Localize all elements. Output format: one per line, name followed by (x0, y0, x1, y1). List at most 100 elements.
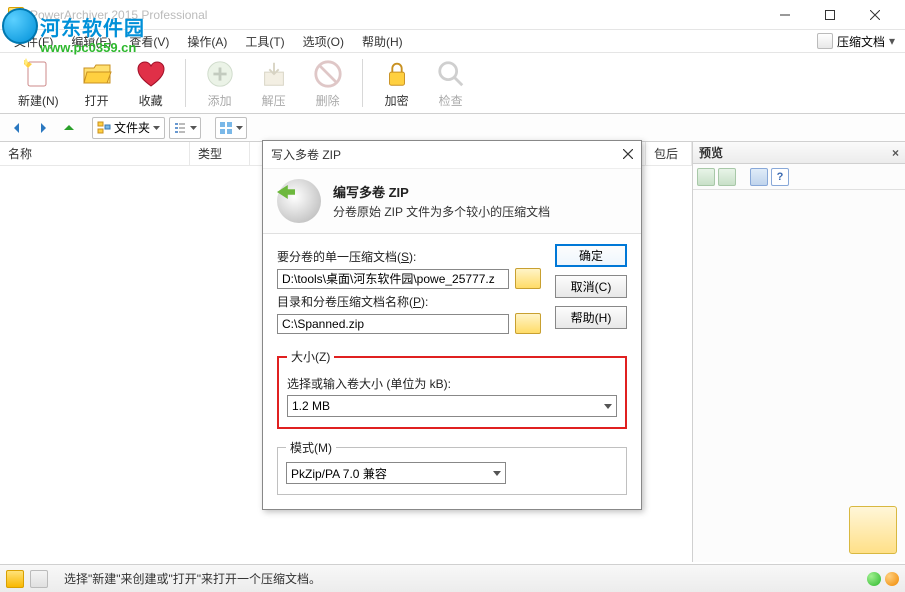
app-icon (8, 7, 24, 23)
menu-view[interactable]: 查看(V) (121, 31, 177, 52)
check-label: 检查 (439, 92, 463, 109)
col-after[interactable]: 包后 (646, 142, 692, 165)
delete-icon (313, 59, 343, 89)
dest-input[interactable] (277, 314, 509, 334)
open-icon (81, 58, 113, 90)
dialog-header-title: 编写多卷 ZIP (333, 182, 550, 201)
new-label: 新建(N) (18, 92, 59, 109)
minimize-button[interactable] (762, 1, 807, 29)
lock-icon (382, 59, 412, 89)
nav-up-button[interactable] (58, 117, 80, 139)
nav-forward-button[interactable] (32, 117, 54, 139)
status-dot-orange (885, 572, 899, 586)
size-legend: 大小(Z) (287, 348, 334, 365)
grid-icon (219, 121, 233, 135)
view-dropdown[interactable] (169, 117, 201, 139)
new-icon (22, 58, 54, 90)
source-browse-button[interactable] (515, 268, 541, 289)
favorite-button[interactable]: 收藏 (127, 56, 175, 111)
folders-dropdown[interactable]: 文件夹 (92, 117, 165, 139)
window-title: PowerArchiver 2015 Professional (30, 8, 762, 22)
menu-help[interactable]: 帮助(H) (354, 31, 411, 52)
col-type[interactable]: 类型 (190, 142, 250, 165)
size-label: 选择或输入卷大小 (单位为 kB): (287, 375, 617, 392)
source-input[interactable] (277, 269, 509, 289)
open-label: 打开 (85, 92, 109, 109)
preview-header: 预览 × (693, 142, 905, 164)
nav-back-button[interactable] (6, 117, 28, 139)
check-icon (436, 59, 466, 89)
status-icon-1[interactable] (6, 570, 24, 588)
mode-fieldset: 模式(M) PkZip/PA 7.0 兼容 (277, 439, 627, 495)
preview-close-icon[interactable]: × (892, 146, 899, 160)
dialog-header: 编写多卷 ZIP 分卷原始 ZIP 文件为多个较小的压缩文档 (263, 169, 641, 234)
dialog-title: 写入多卷 ZIP (271, 146, 341, 163)
preview-tool-3[interactable] (750, 168, 768, 186)
ok-button[interactable]: 确定 (555, 244, 627, 267)
preview-title: 预览 (699, 144, 723, 161)
folders-label: 文件夹 (114, 119, 150, 136)
cancel-button[interactable]: 取消(C) (555, 275, 627, 298)
mode-legend: 模式(M) (286, 439, 336, 456)
list-view-icon (173, 121, 187, 135)
preview-tool-2[interactable] (718, 168, 736, 186)
dialog-body: 要分卷的单一压缩文档(S): 目录和分卷压缩文档名称(P): 确定 取消(C) … (263, 234, 641, 509)
dialog-titlebar: 写入多卷 ZIP (263, 141, 641, 169)
chevron-down-icon (493, 471, 501, 476)
span-zip-dialog: 写入多卷 ZIP 编写多卷 ZIP 分卷原始 ZIP 文件为多个较小的压缩文档 … (262, 140, 642, 510)
preview-body (693, 190, 905, 562)
status-icon-2[interactable] (30, 570, 48, 588)
favorite-label: 收藏 (139, 92, 163, 109)
menu-option[interactable]: 选项(O) (295, 31, 352, 52)
check-button[interactable]: 检查 (427, 56, 475, 111)
new-button[interactable]: 新建(N) (10, 56, 67, 111)
mode-combo[interactable]: PkZip/PA 7.0 兼容 (286, 462, 506, 484)
size-combo[interactable]: 1.2 MB (287, 395, 617, 417)
document-icon (817, 33, 833, 49)
navbar: 文件夹 (0, 114, 905, 142)
delete-button[interactable]: 删除 (304, 56, 352, 111)
open-button[interactable]: 打开 (73, 56, 121, 111)
preview-tool-1[interactable] (697, 168, 715, 186)
size-value: 1.2 MB (292, 399, 330, 413)
add-button[interactable]: 添加 (196, 56, 244, 111)
dialog-buttons: 确定 取消(C) 帮助(H) (555, 244, 627, 338)
encrypt-button[interactable]: 加密 (373, 56, 421, 111)
preview-thumbnail (849, 506, 897, 554)
chevron-down-icon[interactable]: ▾ (889, 34, 895, 48)
encrypt-label: 加密 (385, 92, 409, 109)
status-text: 选择"新建"来创建或"打开"来打开一个压缩文档。 (64, 570, 321, 587)
add-label: 添加 (208, 92, 232, 109)
titlebar: PowerArchiver 2015 Professional (0, 0, 905, 30)
menu-tool[interactable]: 工具(T) (237, 31, 292, 52)
mode-value: PkZip/PA 7.0 兼容 (291, 465, 387, 482)
col-name[interactable]: 名称 (0, 142, 190, 165)
extract-button[interactable]: 解压 (250, 56, 298, 111)
preview-help-icon[interactable]: ? (771, 168, 789, 186)
help-button[interactable]: 帮助(H) (555, 306, 627, 329)
chevron-down-icon (604, 404, 612, 409)
menu-file[interactable]: 文件(F) (6, 31, 61, 52)
status-dot-green (867, 572, 881, 586)
menu-action[interactable]: 操作(A) (179, 31, 235, 52)
dialog-close-button[interactable] (623, 148, 633, 162)
dest-label: 目录和分卷压缩文档名称(P): (277, 293, 541, 310)
extract-icon (259, 59, 289, 89)
delete-label: 删除 (316, 92, 340, 109)
heart-icon (135, 58, 167, 90)
style-dropdown[interactable] (215, 117, 247, 139)
close-button[interactable] (852, 1, 897, 29)
preview-panel: 预览 × ? (693, 142, 905, 562)
menubar: 文件(F) 编辑(E) 查看(V) 操作(A) 工具(T) 选项(O) 帮助(H… (0, 30, 905, 52)
dest-browse-button[interactable] (515, 313, 541, 334)
compressed-doc-label[interactable]: 压缩文档 (837, 33, 885, 50)
dialog-header-sub: 分卷原始 ZIP 文件为多个较小的压缩文档 (333, 203, 550, 220)
source-label: 要分卷的单一压缩文档(S): (277, 248, 541, 265)
preview-toolbar: ? (693, 164, 905, 190)
extract-label: 解压 (262, 92, 286, 109)
menu-edit[interactable]: 编辑(E) (63, 31, 119, 52)
main-toolbar: 新建(N) 打开 收藏 添加 解压 删除 加密 检查 (0, 52, 905, 114)
size-fieldset: 大小(Z) 选择或输入卷大小 (单位为 kB): 1.2 MB (277, 348, 627, 429)
statusbar: 选择"新建"来创建或"打开"来打开一个压缩文档。 (0, 564, 905, 592)
maximize-button[interactable] (807, 1, 852, 29)
